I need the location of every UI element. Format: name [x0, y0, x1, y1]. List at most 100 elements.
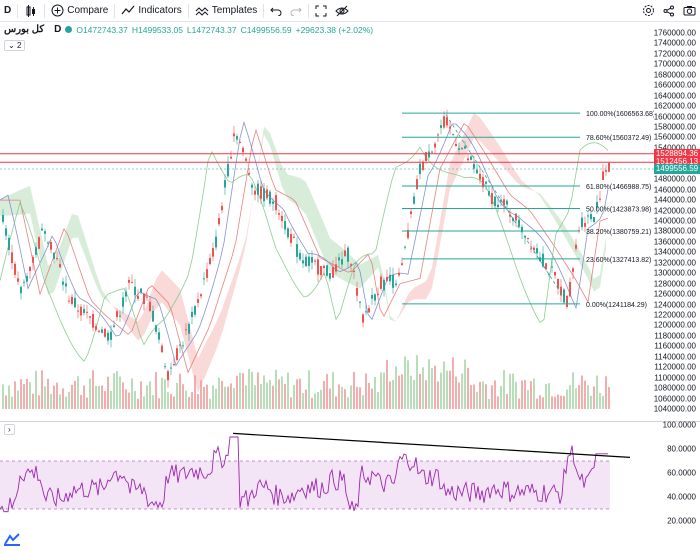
volume-bar [62, 388, 64, 409]
rsi-pane[interactable] [0, 422, 654, 550]
volume-bar [593, 386, 595, 409]
volume-bar [320, 389, 322, 409]
candle-body [395, 283, 397, 286]
volume-bar [248, 369, 250, 409]
volume-bar [107, 376, 109, 409]
indicators-button[interactable]: Indicators [117, 0, 185, 21]
volume-bar [152, 395, 154, 409]
price-tick-label: 1160000.00 [654, 341, 696, 351]
compare-button[interactable]: Compare [47, 0, 112, 21]
candle-body [29, 266, 31, 272]
candle-body [281, 215, 283, 222]
templates-button[interactable]: Templates [191, 0, 262, 21]
volume-bar [410, 375, 412, 409]
price-chart-pane[interactable]: 100.00%(1606563.68) 78.60%(1560372.49) 61.… [0, 21, 654, 421]
price-tick-label: 1460000.00 [653, 185, 696, 195]
volume-bar [530, 381, 532, 409]
candle-body [32, 256, 34, 263]
volume-bar [293, 384, 295, 409]
candle-body [605, 170, 607, 172]
rsi-trend-line[interactable] [232, 432, 631, 458]
rsi-tick-label: 80.0000 [667, 444, 696, 454]
price-tick-label: 1700000.00 [653, 59, 696, 69]
price-tick-label: 1480000.00 [653, 174, 696, 184]
candle-body [239, 141, 241, 143]
ichimoku-cloud [522, 180, 528, 189]
volume-bar [269, 379, 271, 409]
divider [17, 3, 19, 18]
candle-body [326, 265, 328, 276]
ichimoku-cloud [438, 198, 444, 256]
volume-bar [401, 374, 403, 409]
candle-body [287, 228, 289, 238]
candle-body [512, 218, 514, 222]
volume-bar [500, 386, 502, 409]
volume-bar [359, 387, 361, 409]
volume-bar [383, 372, 385, 409]
volume-bar [590, 395, 592, 409]
rsi-axis[interactable]: 100.0000 80.0000 60.0000 40.0000 20.0000 [654, 421, 700, 550]
candle-body [167, 371, 169, 381]
candle-body [389, 274, 391, 282]
candle-body [41, 228, 43, 231]
fib-level-label: 61.80%(1466988.75) [586, 184, 651, 191]
volume-bar [602, 395, 604, 409]
volume-bar [278, 379, 280, 409]
undo-button[interactable] [266, 0, 286, 21]
rsi-expand-button[interactable]: › [4, 424, 15, 435]
candle-body [485, 181, 487, 184]
volume-bar [575, 388, 577, 409]
price-tick-label: 1200000.00 [653, 320, 696, 330]
volume-bar [416, 355, 418, 409]
volume-bar [347, 397, 349, 409]
hide-drawings-button[interactable] [331, 0, 353, 21]
volume-bar [458, 382, 460, 409]
price-axis[interactable]: 1760000.00 1740000.00 1720000.00 1700000.00… [654, 21, 700, 421]
candle-body [317, 259, 319, 275]
volume-bar [299, 378, 301, 409]
volume-bar [551, 396, 553, 409]
tradingview-logo[interactable] [4, 532, 20, 546]
share-icon [663, 5, 675, 17]
candle-body [251, 184, 253, 188]
price-tick-label: 1400000.00 [653, 216, 696, 226]
candle-body [353, 270, 355, 272]
ichimoku-cloud [126, 313, 132, 333]
candle-body [308, 256, 310, 267]
volume-bar [437, 381, 439, 409]
candle-body [14, 263, 16, 275]
volume-bar [473, 384, 475, 409]
volume-bar [605, 376, 607, 409]
volume-bar [422, 367, 424, 409]
chart-type-button[interactable] [20, 0, 42, 21]
candle-body [248, 172, 250, 175]
volume-bar [566, 389, 568, 409]
volume-bar [32, 393, 34, 409]
candle-body [554, 271, 556, 276]
candle-body [356, 288, 358, 296]
volume-bar [560, 395, 562, 409]
fullscreen-button[interactable] [311, 0, 331, 21]
volume-bar [521, 380, 523, 409]
share-button[interactable] [659, 0, 679, 21]
ichimoku-cloud [552, 208, 558, 226]
redo-button[interactable] [286, 0, 306, 21]
candle-body [74, 297, 76, 308]
volume-bar [524, 380, 526, 409]
price-tick-label: 1740000.00 [653, 38, 696, 48]
ichimoku-cloud [246, 203, 252, 244]
candle-body [44, 231, 46, 234]
snapshot-button[interactable] [679, 0, 700, 21]
tenkan-line [0, 120, 609, 367]
candle-body [299, 253, 301, 260]
candle-body [80, 306, 82, 316]
interval-button[interactable]: D [0, 0, 15, 21]
candle-body [593, 217, 595, 223]
fib-level-label: 38.20%(1380759.21) [586, 229, 651, 236]
volume-bar [509, 373, 511, 409]
volume-bar [50, 393, 52, 409]
divider [263, 3, 265, 18]
volume-bar [29, 382, 31, 409]
candle-body [518, 219, 520, 227]
settings-button[interactable] [638, 0, 659, 21]
